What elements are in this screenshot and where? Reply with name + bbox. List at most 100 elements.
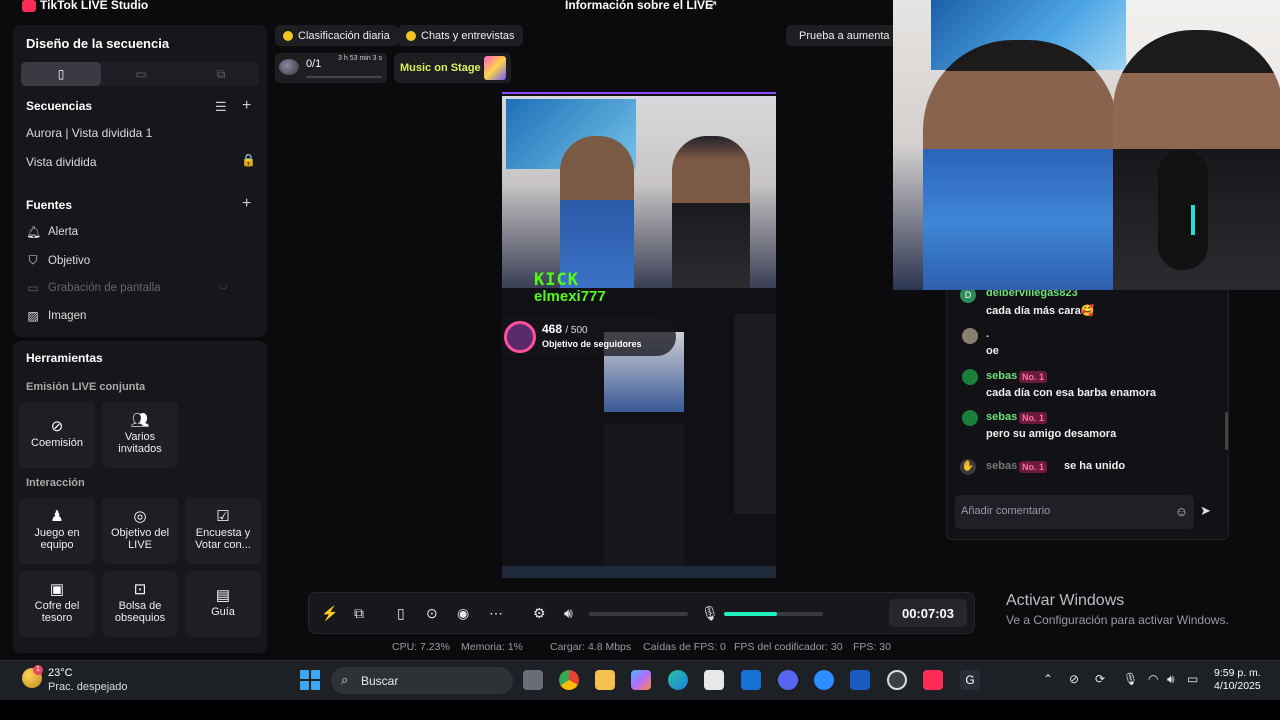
- lock-icon[interactable]: 🔒: [241, 153, 256, 167]
- wave-hand-icon: ✋: [960, 459, 976, 475]
- treasure-chest-button[interactable]: ▣ Cofre del tesoro: [19, 571, 95, 637]
- mic-volume-slider[interactable]: [724, 612, 823, 616]
- cohost-button[interactable]: ⊘ Coemisión: [19, 402, 95, 468]
- microphone-tray-icon[interactable]: 🎙︎: [1123, 672, 1138, 686]
- chats-interviews-chip[interactable]: Chats y entrevistas: [398, 25, 523, 46]
- record-icon[interactable]: ⊙: [426, 605, 438, 622]
- team-game-button[interactable]: ♟ Juego en equipo: [19, 498, 95, 564]
- tiktok-live-studio-icon[interactable]: [923, 670, 943, 690]
- live-info-link[interactable]: Información sobre el LIVE: [565, 0, 713, 12]
- goal-total: / 500: [565, 325, 588, 336]
- add-sequence-icon[interactable]: +: [242, 97, 251, 115]
- zoom-icon[interactable]: [814, 670, 834, 690]
- chip-label: Prueba a aumenta: [799, 29, 890, 42]
- share-icon[interactable]: ↗: [707, 0, 718, 13]
- guide-button[interactable]: ▤ Guía: [185, 571, 261, 637]
- source-goal[interactable]: ⛉ Objetivo: [26, 253, 90, 268]
- multi-guest-button[interactable]: 👥︎ Varios invitados: [102, 402, 178, 468]
- obs-icon[interactable]: [887, 670, 907, 690]
- chip-label: Clasificación diaria: [298, 29, 390, 42]
- file-explorer-icon[interactable]: [595, 670, 615, 690]
- search-icon: ⌕: [341, 672, 349, 687]
- poll-button[interactable]: ☑ Encuesta y Votar con...: [185, 498, 261, 564]
- network-off-icon[interactable]: ⊘: [1069, 672, 1079, 686]
- landscape-layout-button[interactable]: ▭: [101, 62, 181, 86]
- phone-icon[interactable]: ▯: [397, 605, 405, 622]
- hidden-eye-icon[interactable]: ◡: [219, 280, 228, 291]
- wifi-icon[interactable]: ◠: [1148, 672, 1158, 686]
- progress-bar: [306, 76, 382, 78]
- music-label: Music on Stage: [400, 62, 481, 74]
- source-screen-recording[interactable]: ▭ Grabación de pantalla: [26, 281, 160, 295]
- store-icon[interactable]: [704, 670, 724, 690]
- activate-subtitle: Ve a Configuración para activar Windows.: [1006, 613, 1229, 627]
- outlook-icon[interactable]: [741, 670, 761, 690]
- stat-value: 30: [879, 641, 891, 653]
- volume-icon[interactable]: 🔊︎: [1167, 672, 1175, 687]
- chat-username[interactable]: sebas: [986, 411, 1017, 423]
- avatar: [962, 328, 978, 344]
- live-timer: 00:07:03: [889, 599, 967, 627]
- weather-condition[interactable]: Prac. despejado: [48, 681, 128, 693]
- daily-ranking-chip[interactable]: Clasificación diaria: [275, 25, 398, 46]
- word-icon[interactable]: [850, 670, 870, 690]
- speaker-volume-slider[interactable]: [589, 612, 688, 616]
- music-on-stage-card[interactable]: Music on Stage: [394, 53, 511, 83]
- magic-wand-icon[interactable]: ⚡: [321, 605, 338, 622]
- chevron-up-icon[interactable]: ⌃: [1043, 672, 1053, 686]
- tools-panel: Herramientas Emisión LIVE conjunta ⊘ Coe…: [13, 341, 267, 653]
- chat-username[interactable]: .: [986, 328, 989, 340]
- sync-icon[interactable]: ⟳: [1095, 672, 1105, 686]
- source-alert[interactable]: 🔔︎ Alerta: [26, 225, 78, 239]
- speaker-icon[interactable]: 🔊︎: [564, 605, 573, 622]
- source-image[interactable]: ▨ Imagen: [26, 309, 86, 323]
- chat-join-username[interactable]: sebas: [986, 460, 1017, 472]
- live-goal-button[interactable]: ◎ Objetivo del LIVE: [102, 498, 178, 564]
- gift-bag-button[interactable]: ⊡ Bolsa de obsequios: [102, 571, 178, 637]
- stat-value: 7.23%: [420, 641, 450, 653]
- checkbox-icon: ☑: [216, 508, 230, 525]
- stream-preview[interactable]: KICK elmexi777 468 / 500 Objetivo de seg…: [502, 92, 776, 578]
- edge-icon[interactable]: [668, 670, 688, 690]
- discord-icon[interactable]: [778, 670, 798, 690]
- list-icon[interactable]: ☰: [215, 99, 227, 115]
- sequence-design-title: Diseño de la secuencia: [26, 36, 170, 51]
- taskbar-clock[interactable]: 9:59 p. m. 4/10/2025: [1214, 667, 1261, 693]
- scene-switch-icon[interactable]: ⧉: [354, 605, 364, 622]
- tool-label: Coemisión: [31, 437, 83, 449]
- windows-start-icon[interactable]: [300, 670, 320, 690]
- chat-username[interactable]: sebas: [986, 370, 1017, 382]
- settings-sliders-icon[interactable]: ⚙: [533, 605, 546, 622]
- temperature[interactable]: 23°C: [48, 667, 73, 679]
- microphone-icon[interactable]: 🎙︎: [701, 605, 719, 622]
- copilot-icon[interactable]: [631, 670, 651, 690]
- sequence-item-aurora[interactable]: Aurora | Vista dividida 1: [26, 126, 152, 140]
- comment-input[interactable]: Añadir comentario ☺: [955, 495, 1194, 529]
- microphone-prop: [1158, 150, 1208, 270]
- goal-icon: ◎: [133, 508, 147, 525]
- task-view-icon[interactable]: [523, 670, 543, 690]
- goal-count: 468 / 500: [542, 322, 588, 336]
- camera-switch-icon[interactable]: ◉: [457, 605, 469, 622]
- nested-taskbar: [502, 566, 776, 578]
- nested-preview: [604, 424, 684, 578]
- boost-chip[interactable]: Prueba a aumenta: [786, 25, 894, 46]
- avatar: [279, 59, 299, 75]
- split-layout-button[interactable]: ⧉: [181, 62, 261, 86]
- chat-scrollbar[interactable]: [1225, 412, 1228, 450]
- chrome-icon[interactable]: [559, 670, 579, 690]
- battery-icon[interactable]: ▭: [1187, 672, 1198, 686]
- source-label: Imagen: [48, 310, 87, 322]
- send-icon[interactable]: ➤: [1200, 503, 1211, 519]
- sequence-item-split-view[interactable]: Vista dividida: [26, 155, 97, 169]
- control-bar: ⚡ ⧉ ▯ ⊙ ◉ ⋯ ⚙ 🔊︎ 🎙︎: [308, 592, 975, 634]
- progress-card[interactable]: 0/1 3 h 53 min 3 s: [275, 53, 387, 83]
- more-icon[interactable]: ⋯: [489, 605, 503, 622]
- add-source-icon[interactable]: +: [242, 195, 251, 213]
- app-icon[interactable]: G: [960, 670, 980, 690]
- stat-value: 0: [720, 641, 726, 653]
- emoji-icon[interactable]: ☺: [1175, 504, 1188, 519]
- stat-label: Caídas de FPS:: [643, 641, 718, 653]
- taskbar-search[interactable]: ⌕ Buscar: [331, 667, 513, 694]
- portrait-layout-button[interactable]: ▯: [21, 62, 101, 86]
